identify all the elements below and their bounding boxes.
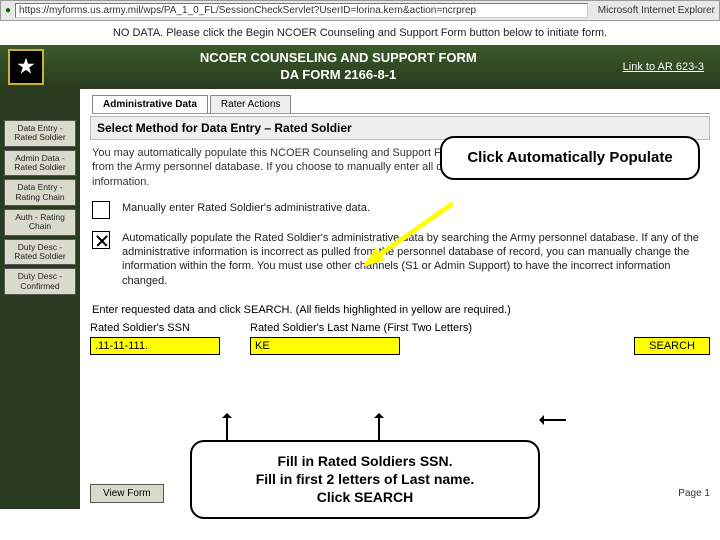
checkbox-manual[interactable] — [92, 201, 110, 219]
sidebar-item-data-entry-rated[interactable]: Data Entry - Rated Soldier — [4, 120, 76, 147]
lastname-label: Rated Soldier's Last Name (First Two Let… — [250, 322, 472, 337]
page-title: NCOER COUNSELING AND SUPPORT FORM DA FOR… — [54, 50, 623, 84]
arrow-left-icon — [540, 419, 566, 421]
option-auto-text: Automatically populate the Rated Soldier… — [122, 231, 708, 288]
callout-auto-populate: Click Automatically Populate — [440, 136, 700, 180]
sidebar-item-duty-desc-rated[interactable]: Duty Desc - Rated Soldier — [4, 239, 76, 266]
sidebar-item-duty-desc-confirmed[interactable]: Duty Desc - Confirmed — [4, 268, 76, 295]
url-field[interactable]: https://myforms.us.army.mil/wps/PA_1_0_F… — [15, 3, 588, 18]
checkbox-auto[interactable] — [92, 231, 110, 249]
callout-fill-fields: Fill in Rated Soldiers SSN. Fill in firs… — [190, 440, 540, 519]
title-line2: DA FORM 2166-8-1 — [54, 67, 623, 84]
page-number: Page 1 — [678, 488, 710, 499]
ssn-input[interactable] — [90, 337, 220, 355]
tab-rater-actions[interactable]: Rater Actions — [210, 95, 291, 113]
sidebar-item-auth-chain[interactable]: Auth - Rating Chain — [4, 209, 76, 236]
view-form-button[interactable]: View Form — [90, 484, 164, 503]
sidebar: Data Entry - Rated Soldier Admin Data - … — [0, 89, 80, 509]
ssn-label: Rated Soldier's SSN — [90, 322, 220, 337]
form-header: NCOER COUNSELING AND SUPPORT FORM DA FOR… — [0, 45, 720, 89]
arrow-up-icon — [226, 414, 228, 440]
arrow-up-icon — [378, 414, 380, 440]
option-manual-text: Manually enter Rated Soldier's administr… — [122, 201, 370, 215]
title-line1: NCOER COUNSELING AND SUPPORT FORM — [54, 50, 623, 67]
lastname-input[interactable] — [250, 337, 400, 355]
army-star-logo — [8, 49, 44, 85]
tab-row: Administrative Data Rater Actions — [92, 95, 710, 114]
sidebar-item-admin-data[interactable]: Admin Data - Rated Soldier — [4, 150, 76, 177]
callout-line: Fill in first 2 letters of Last name. — [206, 470, 524, 488]
tab-administrative-data[interactable]: Administrative Data — [92, 95, 208, 113]
address-bar: ● https://myforms.us.army.mil/wps/PA_1_0… — [0, 0, 720, 21]
callout-line: Fill in Rated Soldiers SSN. — [206, 452, 524, 470]
callout-line: Click SEARCH — [206, 488, 524, 506]
no-data-banner: NO DATA. Please click the Begin NCOER Co… — [0, 21, 720, 45]
browser-title: Microsoft Internet Explorer — [598, 5, 715, 16]
sidebar-item-data-entry-chain[interactable]: Data Entry - Rating Chain — [4, 179, 76, 206]
link-ar-623-3[interactable]: Link to AR 623-3 — [623, 61, 704, 73]
search-button[interactable]: SEARCH — [634, 337, 710, 355]
required-note: Enter requested data and click SEARCH. (… — [90, 294, 710, 322]
